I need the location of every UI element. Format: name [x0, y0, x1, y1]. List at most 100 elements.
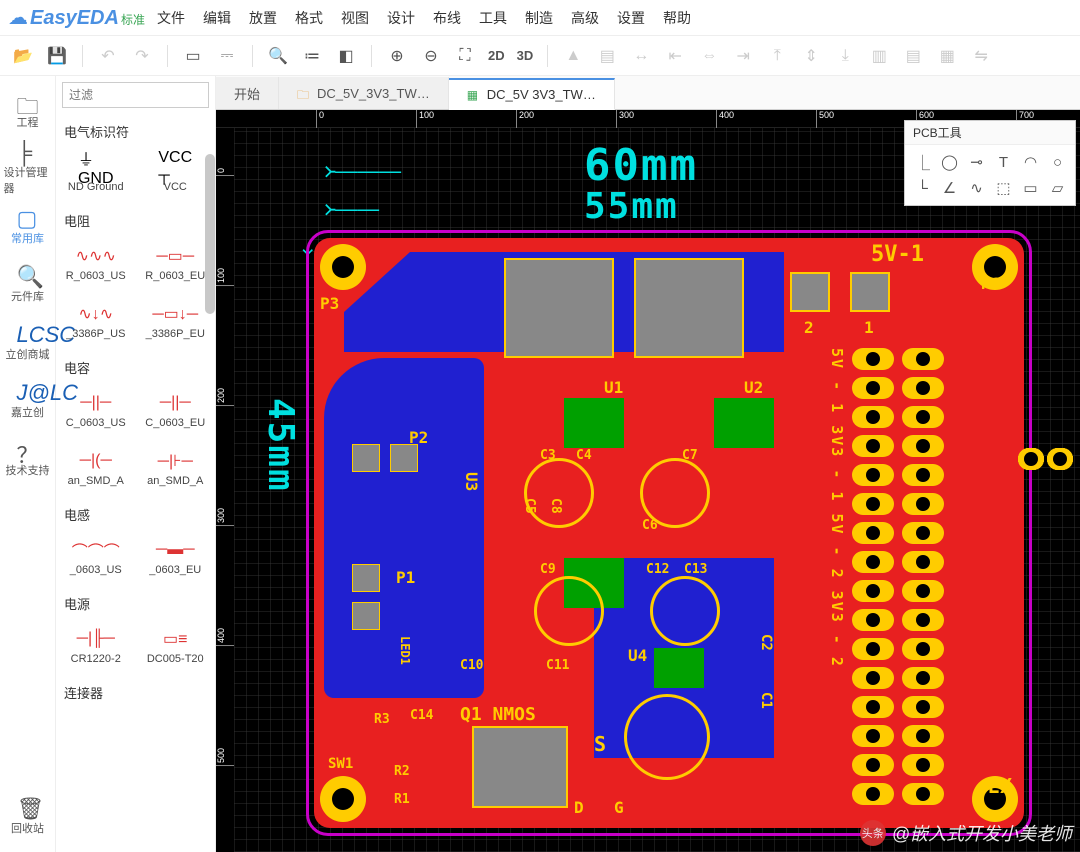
tool-rect[interactable]: ▭: [1017, 175, 1044, 201]
gnd-icon: ⏚GND: [78, 155, 114, 179]
ruler-icon: ↔: [633, 47, 649, 65]
align-r-button[interactable]: ⇥: [728, 41, 758, 71]
silk-c13: C13: [684, 562, 707, 577]
silk-u1: U1: [604, 378, 623, 397]
search-button[interactable]: 🔍: [263, 41, 293, 71]
tool-image[interactable]: ▱: [1044, 175, 1071, 201]
side-label: 设计管理器: [4, 164, 52, 196]
side-jlc[interactable]: J@LC 嘉立创: [4, 372, 52, 428]
undo-icon: ↶: [101, 46, 114, 66]
align-m-button[interactable]: ⇕: [796, 41, 826, 71]
menu-design[interactable]: 设计: [387, 8, 415, 28]
view-2d-button[interactable]: 2D: [484, 41, 509, 71]
tool-curve[interactable]: ∿: [963, 175, 990, 201]
tool-circle[interactable]: ○: [1044, 149, 1071, 175]
component-c-us[interactable]: ─||─C_0603_US: [56, 381, 136, 439]
align-c-button[interactable]: ⇔: [694, 41, 724, 71]
menu-advanced[interactable]: 高级: [571, 8, 599, 28]
component-pot-us[interactable]: ∿↓∿_3386P_US: [56, 292, 136, 350]
side-recycle[interactable]: 🗑 回收站: [4, 788, 52, 844]
component-vcc[interactable]: VCC┬VCC: [136, 145, 216, 203]
menu-fab[interactable]: 制造: [525, 8, 553, 28]
component-list[interactable]: 电气标识符 ⏚GNDND Ground VCC┬VCC 电阻 ∿∿∿R_0603…: [56, 114, 215, 852]
wire-button[interactable]: ⎓: [212, 41, 242, 71]
component-cr1220[interactable]: ─|╟─CR1220-2: [56, 617, 136, 675]
tool-line[interactable]: └: [909, 175, 936, 201]
component-gnd[interactable]: ⏚GNDND Ground: [56, 145, 136, 203]
drc-button[interactable]: ▲: [558, 41, 588, 71]
menu-file[interactable]: 文件: [157, 8, 185, 28]
component-c-eu[interactable]: ─||─C_0603_EU: [136, 381, 216, 439]
save-button[interactable]: 💾: [42, 41, 72, 71]
tab-pcb[interactable]: ▦DC_5V 3V3_TW…: [449, 78, 615, 110]
align-l-button[interactable]: ⇤: [660, 41, 690, 71]
align-left-icon: ⇤: [669, 46, 682, 66]
side-support[interactable]: ？ 技术支持: [4, 430, 52, 486]
watermark: 头条 @嵌入式开发小美老师: [860, 820, 1072, 846]
tool-via[interactable]: ⊸: [963, 149, 990, 175]
side-design-manager[interactable]: ╞ 设计管理器: [4, 140, 52, 196]
tool-text[interactable]: T: [990, 149, 1017, 175]
pad: [852, 754, 894, 776]
open-folder-button[interactable]: 📂: [8, 41, 38, 71]
side-project[interactable]: 🗀 工程: [4, 82, 52, 138]
silk-u4: U4: [628, 646, 647, 665]
silk-c10: C10: [460, 658, 483, 673]
flip-button[interactable]: ⇋: [966, 41, 996, 71]
component-pot-eu[interactable]: ─▭↓─_3386P_EU: [136, 292, 216, 350]
align-t-button[interactable]: ⤒: [762, 41, 792, 71]
silk-c2: C2: [758, 634, 774, 651]
measure-button[interactable]: ↔: [626, 41, 656, 71]
component-r-us[interactable]: ∿∿∿R_0603_US: [56, 234, 136, 292]
pad: [852, 464, 894, 486]
dist-v-button[interactable]: ▤: [898, 41, 928, 71]
tab-project[interactable]: 🗀DC_5V_3V3_TW…: [279, 77, 449, 109]
layer-button[interactable]: ▤: [592, 41, 622, 71]
component-r-eu[interactable]: ─▭─R_0603_EU: [136, 234, 216, 292]
component-button[interactable]: ▭: [178, 41, 208, 71]
grid-button[interactable]: ▦: [932, 41, 962, 71]
side-common-lib[interactable]: ▢ 常用库: [4, 198, 52, 254]
menu-format[interactable]: 格式: [295, 8, 323, 28]
pad: [902, 348, 944, 370]
undo-button[interactable]: ↶: [93, 41, 123, 71]
component-l-eu[interactable]: ─▬─_0603_EU: [136, 528, 216, 586]
component-c-pol-us[interactable]: ─|(─an_SMD_A: [56, 439, 136, 497]
menu-edit[interactable]: 编辑: [203, 8, 231, 28]
side-lcsc[interactable]: LCSC 立创商城: [4, 314, 52, 370]
tool-region[interactable]: ⬚: [990, 175, 1017, 201]
menu-place[interactable]: 放置: [249, 8, 277, 28]
pcb-tool-panel[interactable]: PCB工具 ⎿ ◯ ⊸ T ◠ ○ └ ∠ ∿ ⬚ ▭ ▱: [904, 120, 1076, 206]
menu-route[interactable]: 布线: [433, 8, 461, 28]
side-component-lib[interactable]: 🔍 元件库: [4, 256, 52, 312]
view-3d-button[interactable]: 3D: [513, 41, 538, 71]
region-icon: ⬚: [996, 179, 1010, 197]
panel-title[interactable]: PCB工具: [905, 121, 1075, 145]
zoom-in-icon: ⊕: [390, 46, 403, 66]
filter-input[interactable]: [62, 82, 209, 108]
component-c-pol-eu[interactable]: ─|⊦─an_SMD_A: [136, 439, 216, 497]
redo-button[interactable]: ↷: [127, 41, 157, 71]
component-l-us[interactable]: ⌒⌒⌒_0603_US: [56, 528, 136, 586]
menu-help[interactable]: 帮助: [663, 8, 691, 28]
align-b-button[interactable]: ⤓: [830, 41, 860, 71]
menu-settings[interactable]: 设置: [617, 8, 645, 28]
menu-view[interactable]: 视图: [341, 8, 369, 28]
tool-pad[interactable]: ◯: [936, 149, 963, 175]
scrollbar-thumb[interactable]: [205, 154, 215, 314]
component-dc005[interactable]: ▭≡DC005-T20: [136, 617, 216, 675]
component-label: CR1220-2: [71, 653, 121, 665]
tool-track[interactable]: ⎿: [909, 149, 936, 175]
zoom-in-button[interactable]: ⊕: [382, 41, 412, 71]
dist-h-button[interactable]: ▥: [864, 41, 894, 71]
tab-start[interactable]: 开始: [216, 77, 279, 109]
filter-button[interactable]: ≔: [297, 41, 327, 71]
pad: [852, 406, 894, 428]
tool-arc[interactable]: ◠: [1017, 149, 1044, 175]
tool-angle[interactable]: ∠: [936, 175, 963, 201]
erase-button[interactable]: ◧: [331, 41, 361, 71]
pcb-canvas[interactable]: 60mm 55mm 45mm ᚛——— ᚛—— ᚛——: [234, 128, 1080, 852]
zoom-fit-button[interactable]: ⛶: [450, 41, 480, 71]
menu-tools[interactable]: 工具: [479, 8, 507, 28]
zoom-out-button[interactable]: ⊖: [416, 41, 446, 71]
